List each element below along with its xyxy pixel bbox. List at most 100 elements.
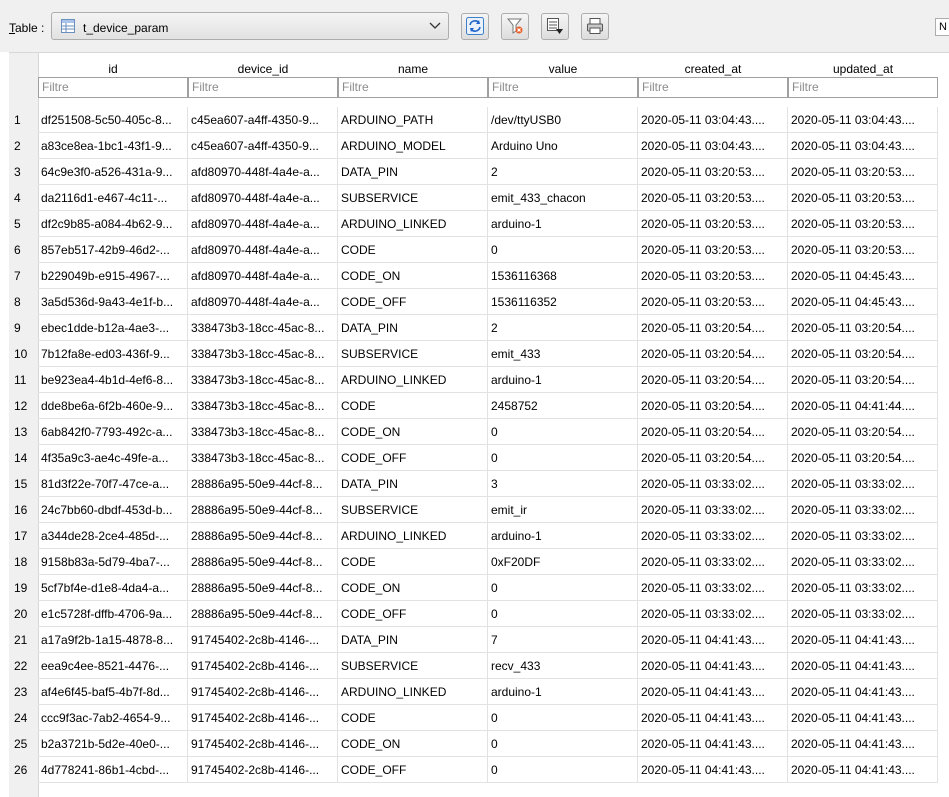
cell-updated-at[interactable]: 2020-05-11 03:20:53.... [788,159,938,185]
cell-created-at[interactable]: 2020-05-11 03:33:02.... [638,575,788,601]
table-row[interactable]: 9 ebec1dde-b12a-4ae3-... 338473b3-18cc-45a… [9,315,949,341]
cell-id[interactable]: 4f35a9c3-ae4c-49fe-a... [38,445,188,471]
cell-device-id[interactable]: 91745402-2c8b-4146-... [188,705,338,731]
cell-device-id[interactable]: 338473b3-18cc-45ac-8... [188,419,338,445]
row-number[interactable]: 11 [9,367,38,393]
cell-id[interactable]: b2a3721b-5d2e-40e0-... [38,731,188,757]
cell-updated-at[interactable]: 2020-05-11 04:45:43.... [788,263,938,289]
cell-device-id[interactable]: afd80970-448f-4a4e-a... [188,211,338,237]
table-row[interactable]: 26 4d778241-86b1-4cbd-... 91745402-2c8b-41… [9,757,949,783]
cell-device-id[interactable]: 338473b3-18cc-45ac-8... [188,315,338,341]
cell-updated-at[interactable]: 2020-05-11 04:41:43.... [788,731,938,757]
cell-name[interactable]: CODE_ON [338,731,488,757]
cell-name[interactable]: ARDUINO_LINKED [338,211,488,237]
cell-created-at[interactable]: 2020-05-11 03:33:02.... [638,601,788,627]
cell-device-id[interactable]: 338473b3-18cc-45ac-8... [188,367,338,393]
row-number[interactable]: 5 [9,211,38,237]
cell-created-at[interactable]: 2020-05-11 03:33:02.... [638,523,788,549]
cell-device-id[interactable]: 28886a95-50e9-44cf-8... [188,471,338,497]
row-number[interactable]: 13 [9,419,38,445]
row-number[interactable]: 18 [9,549,38,575]
row-number[interactable]: 17 [9,523,38,549]
cell-updated-at[interactable]: 2020-05-11 04:45:43.... [788,289,938,315]
table-row[interactable]: 6 857eb517-42b9-46d2-... afd80970-448f-4a4… [9,237,949,263]
cell-name[interactable]: ARDUINO_LINKED [338,367,488,393]
cell-value[interactable]: 0 [488,419,638,445]
cell-name[interactable]: CODE [338,237,488,263]
cell-value[interactable]: recv_433 [488,653,638,679]
filter-input-updated-at[interactable]: Filtre [788,77,938,98]
filter-input-value[interactable]: Filtre [488,77,638,98]
cell-id[interactable]: e1c5728f-dffb-4706-9a... [38,601,188,627]
row-number[interactable]: 20 [9,601,38,627]
table-row[interactable]: 4 da2116d1-e467-4c11-... afd80970-448f-4a4… [9,185,949,211]
cell-id[interactable]: eea9c4ee-8521-4476-... [38,653,188,679]
cell-name[interactable]: SUBSERVICE [338,497,488,523]
cell-id[interactable]: 81d3f22e-70f7-47ce-a... [38,471,188,497]
table-row[interactable]: 24 ccc9f3ac-7ab2-4654-9... 91745402-2c8b-4… [9,705,949,731]
table-row[interactable]: 20 e1c5728f-dffb-4706-9a... 28886a95-50e9-… [9,601,949,627]
row-number[interactable]: 2 [9,133,38,159]
cell-updated-at[interactable]: 2020-05-11 03:33:02.... [788,575,938,601]
row-number[interactable]: 26 [9,757,38,783]
cell-device-id[interactable]: 28886a95-50e9-44cf-8... [188,575,338,601]
table-row[interactable]: 13 6ab842f0-7793-492c-a... 338473b3-18cc-4… [9,419,949,445]
cell-updated-at[interactable]: 2020-05-11 03:33:02.... [788,497,938,523]
column-header-name[interactable]: name [338,62,488,76]
cell-name[interactable]: CODE_ON [338,263,488,289]
cell-value[interactable]: 7 [488,627,638,653]
cell-id[interactable]: a344de28-2ce4-485d-... [38,523,188,549]
cell-device-id[interactable]: 91745402-2c8b-4146-... [188,627,338,653]
cell-value[interactable]: 1536116352 [488,289,638,315]
truncated-toolbar-control[interactable]: N [935,18,949,36]
column-header-updated-at[interactable]: updated_at [788,62,938,76]
cell-updated-at[interactable]: 2020-05-11 04:41:43.... [788,627,938,653]
export-button[interactable] [541,13,569,40]
cell-created-at[interactable]: 2020-05-11 03:20:53.... [638,263,788,289]
row-number[interactable]: 9 [9,315,38,341]
cell-id[interactable]: ebec1dde-b12a-4ae3-... [38,315,188,341]
cell-created-at[interactable]: 2020-05-11 03:20:54.... [638,341,788,367]
cell-value[interactable]: 1536116368 [488,263,638,289]
cell-id[interactable]: 9158b83a-5d79-4ba7-... [38,549,188,575]
cell-created-at[interactable]: 2020-05-11 03:20:54.... [638,419,788,445]
cell-name[interactable]: CODE_OFF [338,757,488,783]
cell-name[interactable]: ARDUINO_PATH [338,107,488,133]
cell-device-id[interactable]: afd80970-448f-4a4e-a... [188,185,338,211]
cell-name[interactable]: CODE [338,549,488,575]
cell-id[interactable]: b229049b-e915-4967-... [38,263,188,289]
cell-updated-at[interactable]: 2020-05-11 03:20:54.... [788,445,938,471]
cell-updated-at[interactable]: 2020-05-11 03:20:53.... [788,211,938,237]
cell-updated-at[interactable]: 2020-05-11 04:41:43.... [788,653,938,679]
table-row[interactable]: 22 eea9c4ee-8521-4476-... 91745402-2c8b-41… [9,653,949,679]
cell-id[interactable]: 857eb517-42b9-46d2-... [38,237,188,263]
cell-updated-at[interactable]: 2020-05-11 03:04:43.... [788,107,938,133]
table-row[interactable]: 10 7b12fa8e-ed03-436f-9... 338473b3-18cc-4… [9,341,949,367]
row-number[interactable]: 24 [9,705,38,731]
cell-value[interactable]: arduino-1 [488,367,638,393]
row-number[interactable]: 10 [9,341,38,367]
table-row[interactable]: 12 dde8be6a-6f2b-460e-9... 338473b3-18cc-4… [9,393,949,419]
cell-device-id[interactable]: 91745402-2c8b-4146-... [188,653,338,679]
table-row[interactable]: 25 b2a3721b-5d2e-40e0-... 91745402-2c8b-41… [9,731,949,757]
table-row[interactable]: 8 3a5d536d-9a43-4e1f-b... afd80970-448f-4a… [9,289,949,315]
cell-device-id[interactable]: afd80970-448f-4a4e-a... [188,263,338,289]
cell-name[interactable]: CODE [338,393,488,419]
cell-device-id[interactable]: c45ea607-a4ff-4350-9... [188,133,338,159]
cell-id[interactable]: 5cf7bf4e-d1e8-4da4-a... [38,575,188,601]
table-row[interactable]: 19 5cf7bf4e-d1e8-4da4-a... 28886a95-50e9-4… [9,575,949,601]
column-header-created-at[interactable]: created_at [638,62,788,76]
cell-updated-at[interactable]: 2020-05-11 03:20:53.... [788,237,938,263]
row-number[interactable]: 21 [9,627,38,653]
cell-name[interactable]: ARDUINO_LINKED [338,523,488,549]
print-button[interactable] [581,13,609,40]
cell-name[interactable]: CODE_ON [338,575,488,601]
cell-value[interactable]: arduino-1 [488,523,638,549]
row-number[interactable]: 3 [9,159,38,185]
cell-value[interactable]: 0 [488,757,638,783]
cell-updated-at[interactable]: 2020-05-11 03:33:02.... [788,601,938,627]
cell-created-at[interactable]: 2020-05-11 03:04:43.... [638,133,788,159]
row-number[interactable]: 12 [9,393,38,419]
cell-value[interactable]: 3 [488,471,638,497]
cell-updated-at[interactable]: 2020-05-11 03:33:02.... [788,549,938,575]
